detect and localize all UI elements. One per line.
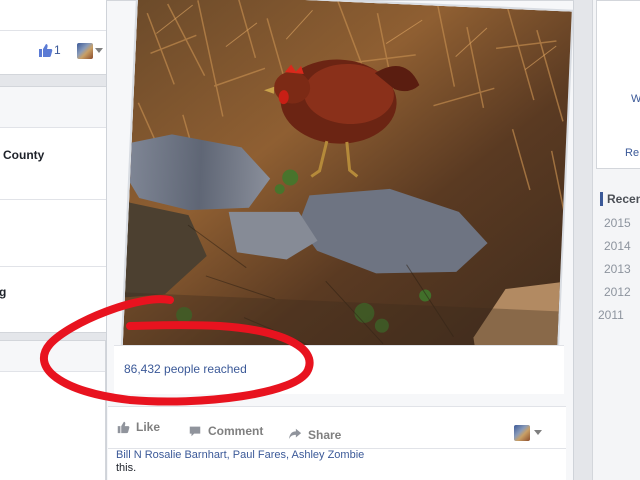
year-nav-recent[interactable]: Recen xyxy=(600,192,640,206)
avatar xyxy=(77,43,93,59)
speech-bubble-icon xyxy=(189,426,201,437)
thumbs-up-icon xyxy=(39,44,53,57)
like-action-label: Like xyxy=(136,420,161,434)
right-top-card: W Re xyxy=(596,0,640,169)
left-like-count: 1 xyxy=(54,43,61,57)
thumbs-up-icon xyxy=(117,421,130,434)
share-arrow-icon xyxy=(288,428,302,440)
year-nav-item[interactable]: 2014 xyxy=(604,239,631,253)
year-nav-item[interactable]: 2013 xyxy=(604,262,631,276)
likes-summary: Bill N Rosalie Barnhart, Paul Fares, Ash… xyxy=(108,448,566,480)
comment-action-button[interactable]: Comment xyxy=(188,421,278,443)
post-audience-dropdown[interactable] xyxy=(514,425,548,443)
red-circle-annotation xyxy=(40,295,314,406)
share-action-label: Share xyxy=(308,428,342,442)
year-nav-item[interactable]: 2012 xyxy=(604,285,631,299)
post-action-bar: Like Comment Share xyxy=(108,406,566,451)
liker-name[interactable]: Paul Fares xyxy=(233,449,286,461)
list-item-label: g xyxy=(0,285,7,299)
left-like-button[interactable]: 1 xyxy=(37,42,67,60)
liker-name[interactable]: Bill N Rosalie Barnhart xyxy=(116,449,227,461)
right-card-letter[interactable]: Re xyxy=(625,147,639,159)
comment-action-label: Comment xyxy=(208,424,264,438)
year-nav-item[interactable]: 2011 xyxy=(598,308,624,322)
chevron-down-icon xyxy=(534,430,542,435)
liker-name[interactable]: Ashley Zombie xyxy=(292,449,365,461)
like-action-button[interactable]: Like xyxy=(116,417,176,439)
likes-suffix: this. xyxy=(116,462,137,474)
chevron-down-icon xyxy=(95,48,103,53)
list-item-label: County xyxy=(3,148,45,162)
avatar xyxy=(514,425,530,441)
left-avatar-dropdown[interactable] xyxy=(77,43,107,61)
right-card-letter[interactable]: W xyxy=(631,93,640,105)
year-nav-item[interactable]: 2015 xyxy=(604,216,631,230)
screenshot-stage: 1 County g 86,432 people reached Like Co… xyxy=(0,0,640,480)
share-action-button[interactable]: Share xyxy=(288,425,358,447)
